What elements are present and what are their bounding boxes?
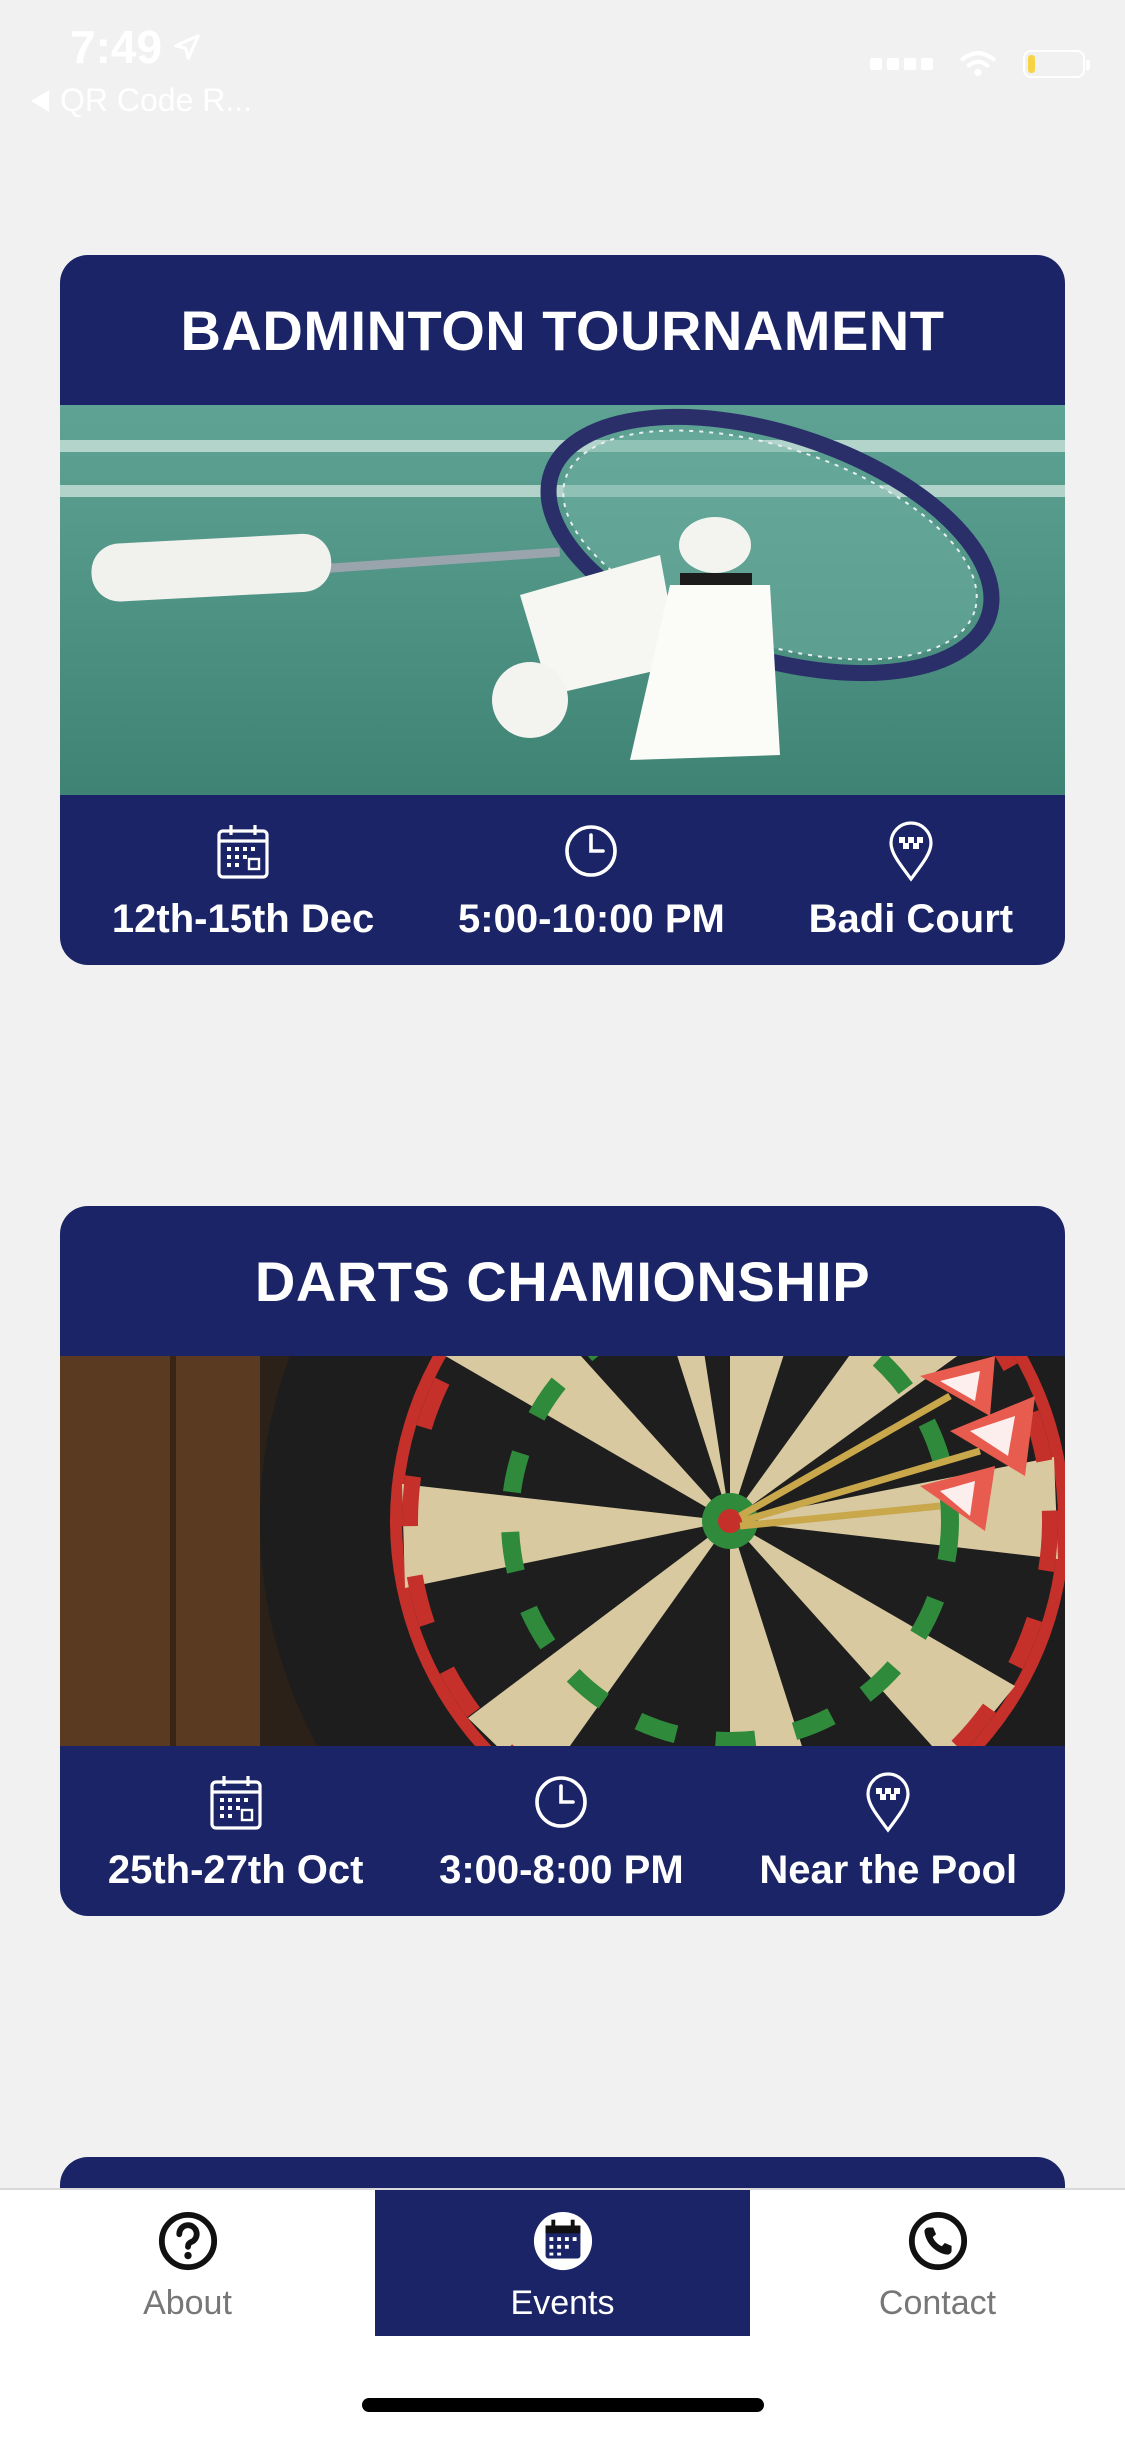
back-triangle-icon	[30, 89, 50, 112]
event-date: 12th-15th Dec	[112, 819, 374, 942]
tab-contact[interactable]: Contact	[750, 2190, 1125, 2336]
event-time: 5:00-10:00 PM	[458, 819, 725, 942]
back-to-app-button[interactable]: QR Code R...	[30, 82, 252, 119]
tab-about[interactable]: About	[0, 2190, 375, 2336]
event-location: Badi Court	[809, 819, 1013, 942]
battery-icon	[1023, 50, 1090, 78]
event-title: DARTS CHAMIONSHIP	[254, 1249, 871, 1313]
home-indicator[interactable]	[362, 2398, 764, 2412]
calendar-icon	[217, 824, 269, 879]
signal-icon	[870, 58, 933, 70]
map-pin-icon	[889, 820, 933, 882]
tab-events[interactable]: Events	[375, 2190, 750, 2336]
event-time: 3:00-8:00 PM	[439, 1770, 684, 1893]
dartboard-image	[60, 1356, 1065, 1746]
event-card-darts[interactable]: DARTS CHAMIONSHIP 25th-27th Oct 3:00-8:0…	[60, 1206, 1065, 1916]
status-time: 7:49	[70, 20, 202, 74]
location-arrow-icon	[174, 34, 200, 60]
clock-icon	[565, 824, 618, 877]
wifi-icon	[960, 51, 996, 77]
event-card-badminton[interactable]: BADMINTON TOURNAMENT 12th-15th Dec 5:00-…	[60, 255, 1065, 965]
status-indicators	[870, 50, 1090, 78]
status-bar: 7:49 QR Code R...	[0, 0, 1125, 130]
badminton-image	[60, 405, 1065, 795]
map-pin-icon	[866, 1771, 910, 1833]
calendar-icon	[533, 2211, 592, 2271]
phone-icon	[908, 2211, 967, 2271]
event-info-row: 12th-15th Dec 5:00-10:00 PM Badi Court	[60, 795, 1065, 965]
event-date: 25th-27th Oct	[108, 1770, 363, 1893]
clock-icon	[535, 1775, 588, 1828]
event-info-row: 25th-27th Oct 3:00-8:00 PM Near the Pool	[60, 1746, 1065, 1916]
calendar-icon	[210, 1775, 262, 1830]
event-location: Near the Pool	[759, 1770, 1017, 1893]
event-title: BADMINTON TOURNAMENT	[180, 298, 945, 362]
question-circle-icon	[158, 2211, 217, 2271]
